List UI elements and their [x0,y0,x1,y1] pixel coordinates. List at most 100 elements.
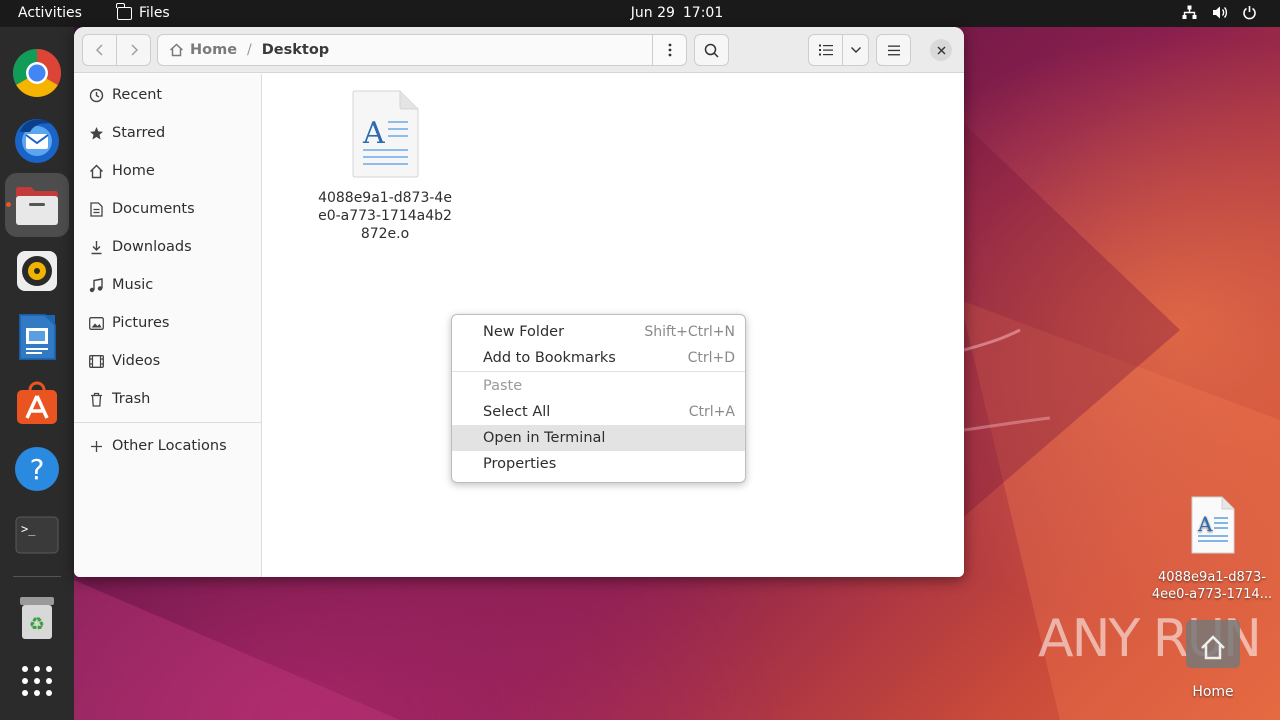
rhythmbox-icon [17,251,57,291]
desktop-file-label-line1: 4088e9a1-d873- [1157,570,1267,585]
desktop-home-label: Home [1192,684,1234,700]
menu-item-select-all[interactable]: Select All Ctrl+A [452,399,745,425]
breadcrumb-home-label: Home [190,42,238,58]
view-options-button[interactable] [843,35,868,65]
active-indicator [6,202,11,207]
breadcrumb-current[interactable]: Desktop [262,42,329,58]
svg-text:A: A [1197,512,1213,536]
path-menu-button[interactable] [652,35,686,65]
sidebar-item-downloads[interactable]: Downloads [74,228,261,266]
picture-icon [88,315,104,331]
trash-icon [88,391,104,407]
close-button[interactable] [930,39,952,61]
more-vertical-icon [668,43,671,57]
file-name: 4088e9a1-d873-4ee0-a773-1714a4b2872e.o [318,190,452,242]
list-view-button[interactable] [809,35,843,65]
text-document-icon: A [1191,496,1235,554]
sidebar-item-label: Home [112,163,155,179]
forward-button[interactable] [117,35,150,65]
help-icon: ? [15,447,59,491]
sidebar-item-home[interactable]: Home [74,152,261,190]
search-icon [704,43,719,58]
sidebar-separator [74,422,261,423]
sidebar-item-label: Other Locations [112,438,227,454]
sidebar-item-pictures[interactable]: Pictures [74,304,261,342]
search-button[interactable] [694,34,729,66]
top-bar: Activities Files Jun 29 17:01 [0,0,1280,27]
dock-rhythmbox[interactable] [5,239,69,303]
dock-separator [13,576,61,577]
menu-item-label: Add to Bookmarks [483,350,616,366]
sidebar-item-videos[interactable]: Videos [74,342,261,380]
headerbar: Home / Desktop [74,27,964,73]
chrome-icon [12,48,62,98]
dock-software[interactable] [5,371,69,435]
plus-icon [88,438,104,454]
volume-icon[interactable] [1211,4,1228,21]
sidebar-item-label: Pictures [112,315,170,331]
menu-item-shortcut: Shift+Ctrl+N [644,324,735,340]
dock-files[interactable] [5,173,69,237]
document-icon [88,201,104,217]
dock-chrome[interactable] [5,41,69,105]
writer-icon [19,314,56,360]
trash-icon: ♻ [20,597,54,639]
svg-text:♻: ♻ [29,614,45,635]
desktop-file[interactable]: A 4088e9a1-d873- 4ee0-a773-1714... [1148,496,1276,603]
sidebar-item-label: Downloads [112,239,192,255]
menu-item-label: Paste [483,378,523,394]
dock-thunderbird[interactable] [5,107,69,171]
sidebar-item-label: Starred [112,125,166,141]
power-icon[interactable] [1241,4,1258,21]
sidebar-item-trash[interactable]: Trash [74,380,261,418]
navigation-buttons [82,34,151,66]
thunderbird-icon [15,119,59,163]
sidebar-item-documents[interactable]: Documents [74,190,261,228]
svg-text:?: ? [30,453,45,486]
sidebar-item-label: Recent [112,87,163,103]
menu-item-label: Properties [483,456,557,472]
desktop-home[interactable]: Home [1172,618,1254,700]
svg-text:>_: >_ [21,522,36,536]
menu-item-open-in-terminal[interactable]: Open in Terminal [452,425,745,451]
menu-item-add-to-bookmarks[interactable]: Add to Bookmarks Ctrl+D [452,345,745,371]
sidebar-item-label: Videos [112,353,161,369]
clock[interactable]: Jun 29 17:01 [0,5,1280,21]
sidebar-item-label: Music [112,277,154,293]
hamburger-icon [887,45,900,55]
clock-date: Jun 29 [630,5,675,21]
files-icon [16,187,58,225]
system-tray[interactable] [1181,4,1258,21]
chevron-down-icon [850,47,861,53]
svg-text:A: A [362,116,385,151]
file-item[interactable]: A 4088e9a1-d873-4ee0-a773-1714a4b2872e.o [315,90,455,243]
list-view-icon [818,44,833,56]
back-button[interactable] [83,35,117,65]
main-menu-button[interactable] [876,34,911,66]
sidebar-item-music[interactable]: Music [74,266,261,304]
menu-item-label: Select All [483,404,551,420]
music-icon [88,277,104,293]
home-icon [88,163,104,179]
menu-item-properties[interactable]: Properties [452,451,745,477]
dock-terminal[interactable]: >_ [5,503,69,567]
breadcrumb-separator: / [247,42,252,58]
chevron-left-icon [95,44,103,56]
menu-item-new-folder[interactable]: New Folder Shift+Ctrl+N [452,319,745,345]
sidebar-item-other-locations[interactable]: Other Locations [74,427,261,465]
dock-show-applications[interactable] [5,649,69,713]
menu-item-label: New Folder [483,324,565,340]
network-icon[interactable] [1181,4,1198,21]
download-icon [88,239,104,255]
star-icon [88,125,104,141]
dock: ? >_ ♻ [0,27,74,720]
dock-trash[interactable]: ♻ [5,586,69,650]
dock-writer[interactable] [5,305,69,369]
video-icon [88,353,104,369]
dock-help[interactable]: ? [5,437,69,501]
sidebar-item-starred[interactable]: Starred [74,114,261,152]
text-document-icon: A [352,90,419,178]
breadcrumb-home[interactable]: Home [169,42,237,58]
sidebar-item-recent[interactable]: Recent [74,76,261,114]
context-menu: New Folder Shift+Ctrl+N Add to Bookmarks… [451,314,746,483]
